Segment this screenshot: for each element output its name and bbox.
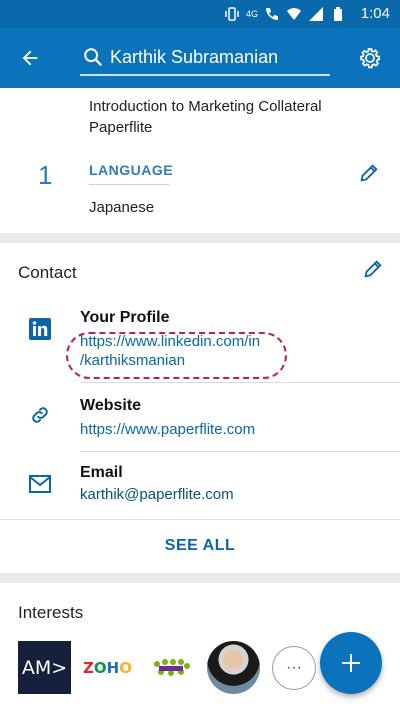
- person-avatar[interactable]: [207, 641, 260, 694]
- plus-icon: [342, 654, 360, 672]
- email-value[interactable]: karthik@paperflite.com: [80, 485, 234, 504]
- search-bar[interactable]: [80, 40, 330, 76]
- language-value: Japanese: [89, 199, 155, 216]
- divider: [0, 519, 400, 520]
- website-url[interactable]: https://www.paperflite.com: [80, 420, 255, 439]
- back-button[interactable]: [14, 42, 46, 74]
- website-row: Website https://www.paperflite.com: [0, 383, 400, 451]
- gear-icon: [360, 48, 380, 69]
- wifi-icon: [287, 8, 301, 20]
- status-icons: 4G: [224, 6, 346, 22]
- language-heading: LANGUAGE: [89, 162, 173, 185]
- group-logo[interactable]: [144, 641, 197, 694]
- language-card: Introduction to Marketing Collateral Pap…: [0, 88, 400, 233]
- search-icon: [84, 48, 103, 67]
- contact-card: Contact Your Profile https://www.linkedi…: [0, 243, 400, 573]
- interests-list: AM> ZOHO ···: [18, 641, 316, 694]
- clock: 1:04: [360, 5, 390, 22]
- search-input[interactable]: [110, 44, 325, 70]
- course-title: Introduction to Marketing Collateral Pap…: [89, 98, 322, 136]
- more-interests-button[interactable]: ···: [272, 645, 316, 690]
- zoho-logo-o: O: [93, 658, 107, 677]
- link-icon: [28, 403, 52, 427]
- edit-language-button[interactable]: [354, 158, 384, 188]
- add-button[interactable]: [320, 632, 382, 694]
- email-label: Email: [80, 464, 123, 481]
- network-type: 4G: [245, 9, 258, 19]
- battery-icon: [334, 7, 342, 21]
- see-all-button[interactable]: SEE ALL: [0, 526, 400, 566]
- linkedin-icon: [28, 317, 52, 341]
- zoho-logo-h: H: [106, 658, 120, 677]
- edit-contact-button[interactable]: [358, 254, 388, 284]
- amd-logo[interactable]: AM>: [18, 641, 71, 694]
- vibrate-icon: [225, 7, 239, 21]
- interests-title: Interests: [18, 603, 84, 622]
- highlight-annotation: [66, 332, 287, 379]
- website-label: Website: [80, 397, 142, 414]
- zoho-logo-z: Z: [83, 658, 94, 677]
- zoho-logo-o2: O: [119, 658, 132, 677]
- call-icon: [266, 8, 278, 20]
- app-bar: [0, 28, 400, 88]
- profile-label: Your Profile: [80, 309, 170, 326]
- zoho-logo[interactable]: ZOHO: [81, 641, 134, 694]
- contact-title: Contact: [18, 263, 77, 282]
- pencil-icon: [364, 260, 382, 278]
- email-row: Email karthik@paperflite.com: [0, 452, 400, 518]
- arrow-left-icon: [22, 50, 38, 66]
- mail-icon: [28, 472, 52, 496]
- language-count: 1: [38, 160, 53, 190]
- status-bar: 4G 1:04: [0, 0, 400, 28]
- signal-icon: [309, 7, 323, 21]
- settings-button[interactable]: [354, 42, 386, 74]
- pencil-icon: [360, 164, 378, 182]
